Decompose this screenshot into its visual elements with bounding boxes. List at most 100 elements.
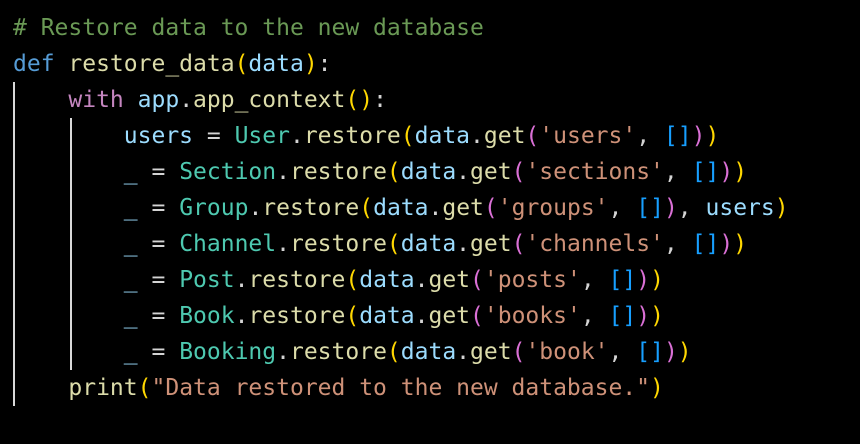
code-token: Group bbox=[179, 195, 249, 221]
code-token: restore bbox=[289, 339, 387, 365]
code-token: get bbox=[470, 231, 512, 257]
code-token: get bbox=[483, 123, 526, 149]
code-token: ) bbox=[663, 339, 678, 365]
code-token: 'book' bbox=[525, 339, 609, 365]
code-token: , bbox=[608, 339, 637, 365]
code-line: def restore_data(data): bbox=[13, 46, 332, 82]
code-token: = bbox=[193, 123, 235, 149]
code-token: Channel bbox=[179, 231, 277, 257]
code-token: ( bbox=[345, 267, 360, 293]
code-token: . bbox=[414, 267, 429, 293]
code-token: () bbox=[345, 87, 374, 113]
code-token: ) bbox=[303, 51, 318, 77]
code-token: ) bbox=[663, 195, 678, 221]
code-token: 'groups' bbox=[497, 195, 609, 221]
code-token: [] bbox=[691, 159, 720, 185]
code-token: get bbox=[470, 339, 512, 365]
code-token: restore bbox=[289, 231, 387, 257]
code-line: with app.app_context(): bbox=[13, 82, 387, 118]
code-token: . bbox=[414, 303, 429, 329]
code-token: , bbox=[663, 159, 692, 185]
code-line: _ = Section.restore(data.get('sections',… bbox=[13, 154, 747, 190]
code-token: ) bbox=[733, 159, 748, 185]
code-token: users bbox=[123, 123, 194, 149]
code-token: . bbox=[276, 231, 290, 257]
code-token: , bbox=[663, 231, 692, 257]
code-token: Book bbox=[179, 303, 235, 329]
code-token: , bbox=[636, 123, 664, 149]
code-token: ) bbox=[636, 267, 651, 293]
code-token: ( bbox=[345, 303, 360, 329]
code-token: : bbox=[373, 87, 387, 113]
code-token: data bbox=[400, 231, 457, 257]
code-token: restore bbox=[289, 159, 387, 185]
code-editor[interactable]: # Restore data to the new database def re… bbox=[0, 0, 860, 444]
code-token: . bbox=[276, 339, 290, 365]
code-token: ) bbox=[774, 195, 789, 221]
code-token: = bbox=[137, 339, 180, 365]
code-token: ( bbox=[359, 195, 374, 221]
code-line: print("Data restored to the new database… bbox=[13, 370, 663, 406]
code-line: _ = Booking.restore(data.get('book', [])… bbox=[13, 334, 692, 370]
code-token: ) bbox=[719, 231, 734, 257]
code-token: ) bbox=[636, 303, 651, 329]
code-token: = bbox=[137, 195, 180, 221]
code-token: ) bbox=[691, 123, 706, 149]
code-token: data bbox=[359, 303, 415, 329]
code-line: _ = Channel.restore(data.get('channels',… bbox=[13, 226, 747, 262]
code-token: _ bbox=[123, 303, 138, 329]
code-token: data bbox=[373, 195, 429, 221]
code-token: . bbox=[456, 339, 471, 365]
code-line: # Restore data to the new database bbox=[13, 10, 484, 46]
code-token: [] bbox=[663, 123, 692, 149]
code-token: get bbox=[470, 159, 512, 185]
code-token: restore_data bbox=[68, 51, 235, 77]
code-token: . bbox=[276, 159, 290, 185]
code-token: data bbox=[414, 123, 471, 149]
code-token: . bbox=[289, 123, 304, 149]
code-token: ( bbox=[525, 123, 540, 149]
code-line: _ = Book.restore(data.get('books', [])) bbox=[13, 298, 664, 334]
code-token: restore bbox=[248, 267, 346, 293]
code-token: ( bbox=[386, 339, 401, 365]
code-token: Section bbox=[179, 159, 277, 185]
code-token: User bbox=[234, 123, 290, 149]
code-token: # Restore data to the new database bbox=[13, 15, 484, 41]
code-token: 'sections' bbox=[525, 159, 664, 185]
code-token: : bbox=[317, 51, 332, 77]
code-token: [] bbox=[608, 303, 637, 329]
code-token: get bbox=[428, 303, 471, 329]
code-token: ) bbox=[650, 303, 664, 329]
code-token: users bbox=[705, 195, 775, 221]
code-token: . bbox=[428, 195, 443, 221]
code-token: Post bbox=[179, 267, 235, 293]
code-token: [] bbox=[636, 339, 664, 365]
code-token: = bbox=[137, 231, 180, 257]
code-token: ( bbox=[137, 375, 152, 401]
code-token: app bbox=[137, 87, 180, 113]
code-token: data bbox=[359, 267, 415, 293]
code-token: "Data restored to the new database." bbox=[151, 375, 651, 401]
code-token: ) bbox=[719, 159, 734, 185]
code-token: , bbox=[677, 195, 706, 221]
code-token: ) bbox=[650, 267, 664, 293]
code-token: data bbox=[248, 51, 304, 77]
code-token: , bbox=[580, 303, 609, 329]
code-token: 'books' bbox=[483, 303, 581, 329]
code-token: _ bbox=[123, 231, 138, 257]
code-token: _ bbox=[123, 339, 138, 365]
code-token: data bbox=[400, 159, 457, 185]
code-token: ( bbox=[386, 159, 401, 185]
code-token: ) bbox=[677, 339, 692, 365]
code-token: ( bbox=[400, 123, 415, 149]
code-token: ( bbox=[470, 267, 484, 293]
code-token: print bbox=[68, 375, 138, 401]
